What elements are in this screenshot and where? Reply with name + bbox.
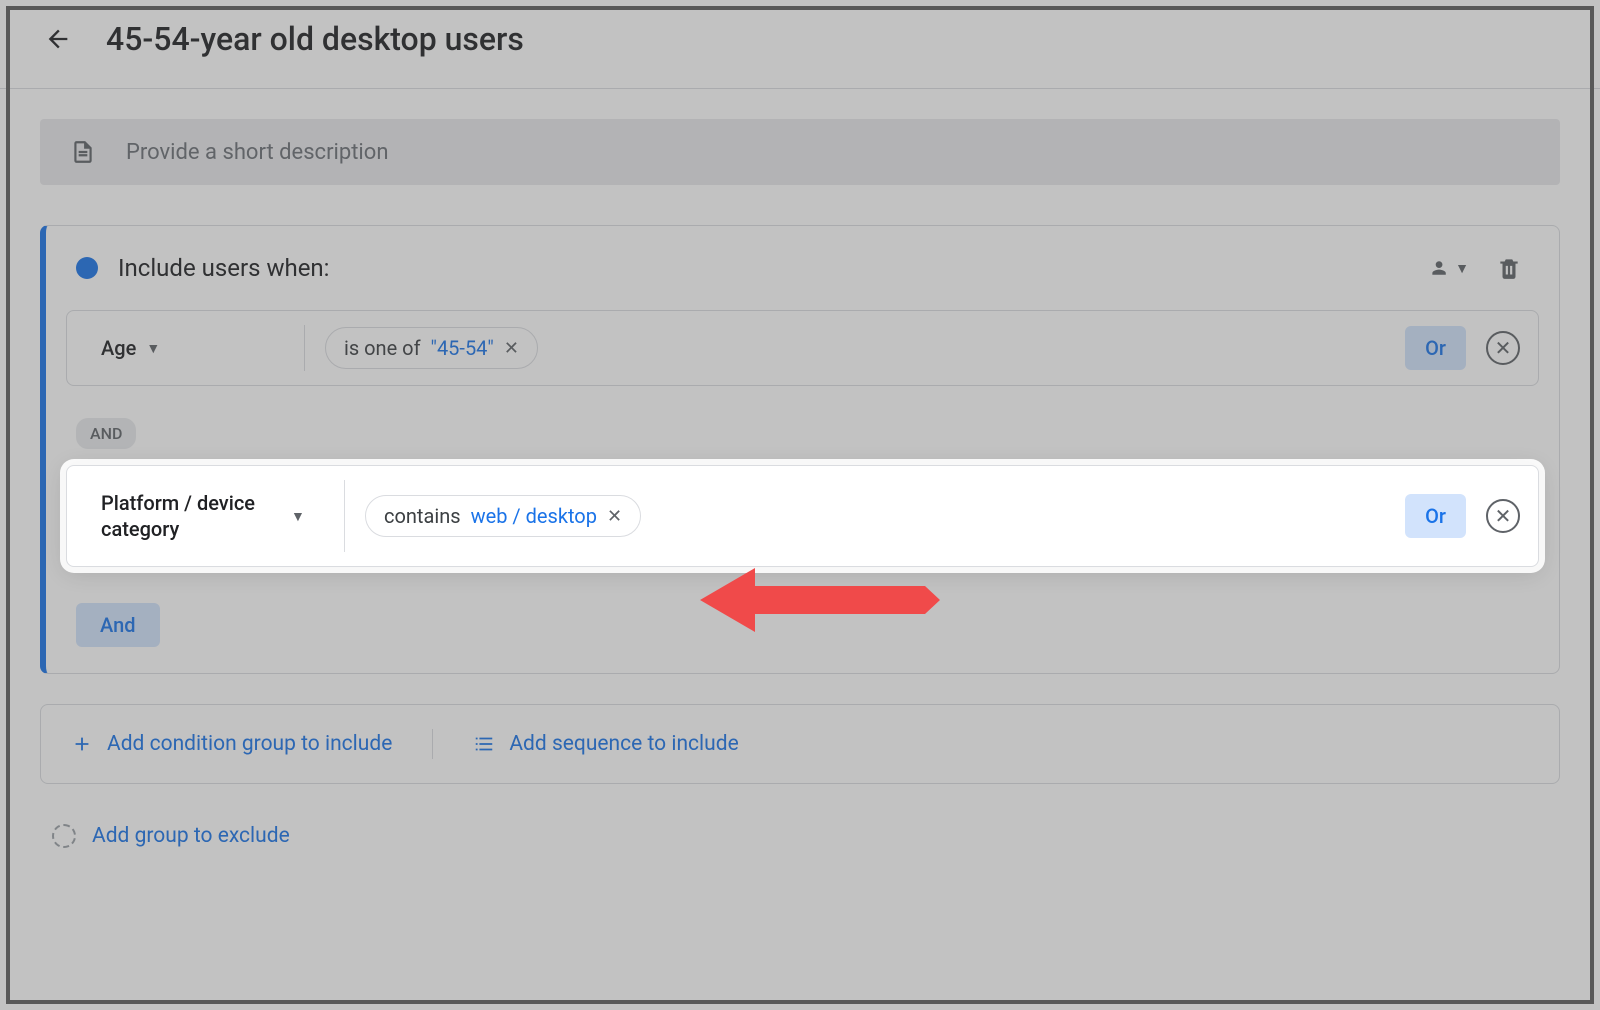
caret-down-icon: ▼	[291, 508, 305, 525]
dimension-label: Platform / device category	[101, 490, 281, 542]
filter-chip-age[interactable]: is one of "45-54" ✕	[325, 327, 538, 369]
condition-row-age: Age ▼ is one of "45-54" ✕ Or ✕	[66, 310, 1539, 386]
or-button[interactable]: Or	[1405, 326, 1466, 370]
chip-operator: is one of	[344, 336, 421, 360]
condition-row-platform: Platform / device category ▼ contains we…	[66, 465, 1539, 567]
remove-condition-button[interactable]: ✕	[1486, 499, 1520, 533]
dimension-selector-platform[interactable]: Platform / device category ▼	[85, 480, 345, 552]
chip-operator: contains	[384, 504, 461, 528]
dimension-label: Age	[101, 335, 136, 361]
chip-value: web / desktop	[471, 504, 597, 528]
chip-remove-icon[interactable]: ✕	[607, 506, 622, 527]
remove-condition-button[interactable]: ✕	[1486, 331, 1520, 365]
chip-remove-icon[interactable]: ✕	[504, 338, 519, 359]
caret-down-icon: ▼	[146, 340, 160, 357]
filter-chip-platform[interactable]: contains web / desktop ✕	[365, 495, 641, 537]
or-button[interactable]: Or	[1405, 494, 1466, 538]
chip-value: "45-54"	[431, 336, 494, 360]
dimension-selector-age[interactable]: Age ▼	[85, 325, 305, 371]
